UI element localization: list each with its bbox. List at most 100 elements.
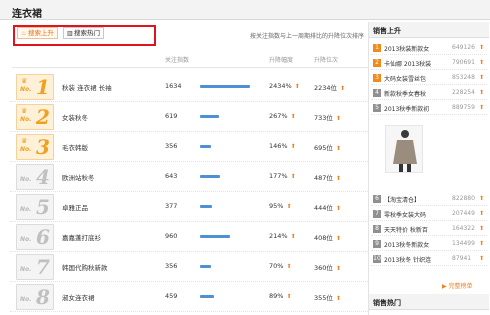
keyword-link[interactable]: 女装秋冬 xyxy=(62,112,88,122)
sidebar-item[interactable]: 8 天天特价 秋新百 164322 ⬆ xyxy=(371,222,487,236)
position-value: 355位 ⬆ xyxy=(314,294,341,302)
change-value: 89% ⬆ xyxy=(269,292,292,300)
sidebar-item[interactable]: 10 2013秋冬 针织连 87941 ⬆ xyxy=(371,252,487,266)
change-value: 2434% ⬆ xyxy=(269,82,300,90)
rank-badge: No. 8 xyxy=(16,284,54,310)
sidebar-item[interactable]: 4 新款秋季女春秋 228254 ⬆ xyxy=(371,86,487,100)
up-arrow-icon: ⬆ xyxy=(290,173,296,180)
up-arrow-icon: ⬆ xyxy=(479,225,485,232)
sidebar-item[interactable]: 1 2013秋装新款女 649126 ⬆ xyxy=(371,41,487,55)
position-value: 695位 ⬆ xyxy=(314,144,341,152)
change-value: 214% ⬆ xyxy=(269,232,296,240)
rank-badge: ♛ No. 3 xyxy=(16,134,54,160)
sidebar: 销售上升 1 2013秋装新款女 649126 ⬆ 2 卡仙娜 2013秋装 790691… xyxy=(368,22,489,315)
sidebar-item[interactable]: 5 2013秋季新款初 889759 ⬆ xyxy=(371,101,487,115)
keyword-link[interactable]: 欧洲站秋冬 xyxy=(62,172,95,182)
sort-note: 按关注指数与上一周期排比的升降位次排序 xyxy=(249,33,364,40)
index-value: 356 xyxy=(165,142,178,150)
up-arrow-icon: ⬆ xyxy=(479,44,485,51)
page-title: 连衣裙 xyxy=(12,9,42,20)
rank-badge: No. 4 xyxy=(16,164,54,190)
sidebar-item[interactable]: 6 【淘宝清仓】 822880 ⬆ xyxy=(371,192,487,206)
up-arrow-icon: ⬆ xyxy=(286,263,292,270)
full-list-link[interactable]: ▶ 完整榜单 xyxy=(442,281,473,290)
index-bar xyxy=(200,115,219,118)
tab-search-rising[interactable]: ♨ 搜索上升 xyxy=(17,27,58,39)
index-bar xyxy=(200,265,211,268)
table-row[interactable]: No. 4 欧洲站秋冬 643 177% ⬆ 487位 ⬆ xyxy=(10,162,368,192)
rank-badge: No. 7 xyxy=(16,254,54,280)
up-arrow-icon: ⬆ xyxy=(335,115,341,122)
index-value: 1634 xyxy=(165,82,182,90)
keyword-link[interactable]: 卓雅正品 xyxy=(62,202,88,212)
sidebar-item[interactable]: 7 零秋季女装大码 207449 ⬆ xyxy=(371,207,487,221)
up-arrow-icon: ⬆ xyxy=(335,145,341,152)
table-row[interactable]: ♛ No. 2 女装秋冬 619 267% ⬆ 733位 ⬆ xyxy=(10,102,368,132)
coat-figure-icon xyxy=(393,130,417,172)
table-row[interactable]: ♛ No. 1 秋装 连衣裙 长袖 1634 2434% ⬆ 2234位 ⬆ xyxy=(10,72,368,102)
sidebar-item[interactable]: 2 卡仙娜 2013秋装 790691 ⬆ xyxy=(371,56,487,70)
index-value: 643 xyxy=(165,172,178,180)
up-arrow-icon: ⬆ xyxy=(290,143,296,150)
up-arrow-icon: ⬆ xyxy=(335,235,341,242)
table-row[interactable]: No. 7 韩国代购秋新款 356 70% ⬆ 360位 ⬆ xyxy=(10,252,368,282)
index-value: 377 xyxy=(165,202,178,210)
up-arrow-icon: ⬆ xyxy=(479,255,485,262)
keyword-link[interactable]: 嘉嘉蓬打底衫 xyxy=(62,232,101,242)
main-panel: ♨ 搜索上升 ▥搜索热门 按关注指数与上一周期排比的升降位次排序 关注指数 升降幅… xyxy=(10,22,368,315)
position-value: 444位 ⬆ xyxy=(314,204,341,212)
index-bar xyxy=(200,175,220,178)
keyword-link[interactable]: 毛衣韩版 xyxy=(62,142,88,152)
rank-badge: No. 6 xyxy=(16,224,54,250)
change-value: 267% ⬆ xyxy=(269,112,296,120)
column-header-index: 关注指数 xyxy=(165,57,190,64)
change-value: 70% ⬆ xyxy=(269,262,292,270)
up-arrow-icon: ⬆ xyxy=(479,240,485,247)
tab-label: 搜索上升 xyxy=(28,29,54,37)
crown-icon: ♛ xyxy=(21,137,28,145)
up-arrow-icon: ⬆ xyxy=(340,85,346,92)
index-bar xyxy=(200,205,212,208)
index-value: 960 xyxy=(165,232,178,240)
up-arrow-icon: ⬆ xyxy=(479,74,485,81)
sidebar-item[interactable]: 9 2013秋冬新款女 134499 ⬆ xyxy=(371,237,487,251)
up-arrow-icon: ⬆ xyxy=(335,295,341,302)
keyword-link[interactable]: 淑女连衣裙 xyxy=(62,292,95,302)
sidebar-title-sales-hot: 销售热门 xyxy=(369,294,489,310)
index-value: 619 xyxy=(165,112,178,120)
table-row[interactable]: No. 5 卓雅正品 377 95% ⬆ 444位 ⬆ xyxy=(10,192,368,222)
index-bar xyxy=(200,295,214,298)
bar-chart-icon: ▥ xyxy=(67,30,73,37)
index-bar xyxy=(200,235,230,238)
change-value: 146% ⬆ xyxy=(269,142,296,150)
up-arrow-icon: ⬆ xyxy=(294,83,300,90)
table-row[interactable]: No. 6 嘉嘉蓬打底衫 960 214% ⬆ 408位 ⬆ xyxy=(10,222,368,252)
change-value: 95% ⬆ xyxy=(269,202,292,210)
position-value: 487位 ⬆ xyxy=(314,174,341,182)
up-arrow-icon: ⬆ xyxy=(335,265,341,272)
up-arrow-icon: ⬆ xyxy=(479,195,485,202)
column-header-position: 升降位次 xyxy=(314,57,339,64)
table-row[interactable]: No. 8 淑女连衣裙 459 89% ⬆ 355位 ⬆ xyxy=(10,282,368,312)
product-thumbnail[interactable] xyxy=(385,125,423,173)
tab-search-hot[interactable]: ▥搜索热门 xyxy=(63,27,104,39)
rank-badge: ♛ No. 1 xyxy=(16,74,54,100)
position-value: 733位 ⬆ xyxy=(314,114,341,122)
up-arrow-icon: ⬆ xyxy=(479,104,485,111)
up-arrow-icon: ⬆ xyxy=(479,210,485,217)
index-value: 459 xyxy=(165,292,178,300)
sidebar-title-sales-rising: 销售上升 xyxy=(369,22,489,38)
up-arrow-icon: ⬆ xyxy=(335,175,341,182)
sidebar-item[interactable]: 3 大码女装雪丝包 853248 ⬆ xyxy=(371,71,487,85)
up-arrow-icon: ⬆ xyxy=(286,293,292,300)
up-arrow-icon: ⬆ xyxy=(286,203,292,210)
up-arrow-icon: ⬆ xyxy=(335,205,341,212)
title-bar: 连衣裙 xyxy=(0,0,490,20)
index-bar xyxy=(200,145,211,148)
header-divider xyxy=(12,67,368,68)
table-row[interactable]: ♛ No. 3 毛衣韩版 356 146% ⬆ 695位 ⬆ xyxy=(10,132,368,162)
up-arrow-icon: ⬆ xyxy=(479,59,485,66)
keyword-link[interactable]: 韩国代购秋新款 xyxy=(62,262,108,272)
keyword-link[interactable]: 秋装 连衣裙 长袖 xyxy=(62,82,112,92)
tab-label: 搜索热门 xyxy=(74,29,100,37)
